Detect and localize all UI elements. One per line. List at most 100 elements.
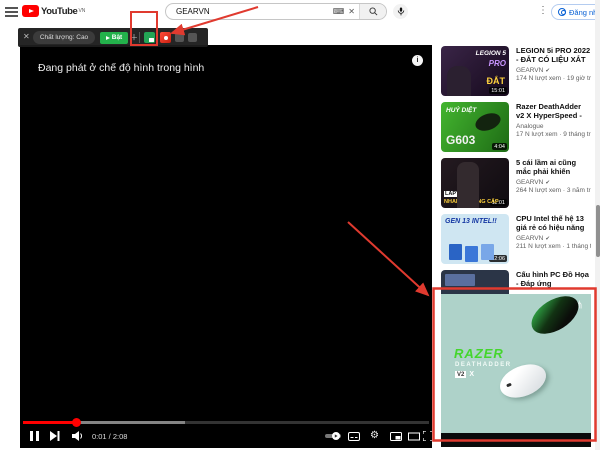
progress-bar[interactable]	[23, 418, 429, 427]
channel-row[interactable]: GEARVN ✔	[516, 235, 591, 242]
video-title[interactable]: CPU Intel thế hệ 13 giá rẻ có hiệu năng …	[516, 214, 591, 232]
channel-name: Analogue	[516, 123, 544, 130]
video-player[interactable]: Đang phát ở chế độ hình trong hình i 0:0…	[20, 45, 433, 448]
pip-extension-icon[interactable]	[144, 32, 155, 43]
verified-badge-icon: ✔	[545, 67, 550, 74]
search-button[interactable]	[359, 4, 386, 19]
duration-badge: 12:06	[489, 255, 507, 262]
video-meta: 17 N lượt xem · 9 tháng trước	[516, 131, 591, 138]
next-icon	[50, 431, 60, 441]
miniplayer-icon	[390, 431, 402, 441]
search-box[interactable]: ⌨ ✕	[165, 3, 387, 20]
extra-extension-icon-2[interactable]	[188, 33, 197, 42]
razer-version-badge: V2	[455, 371, 467, 378]
search-input[interactable]	[166, 7, 333, 16]
sidebar-video-item[interactable]: 12:06 GEN 13 INTEL!! CPU Intel thế hệ 13…	[441, 214, 591, 266]
video-title[interactable]: 5 cái lầm ai cũng mắc phải khiến laptop …	[516, 158, 591, 176]
quality-toggle-badge[interactable]: Bật	[100, 31, 128, 44]
pip-playing-message: Đang phát ở chế độ hình trong hình	[38, 62, 205, 74]
expand-icon[interactable]: ＋	[130, 32, 138, 43]
theater-icon	[408, 432, 420, 440]
thumbnail-text: ĐẮT	[486, 76, 506, 86]
sign-in-button[interactable]: Đăng nhập	[551, 4, 600, 20]
settings-button[interactable]: ⚙	[370, 429, 379, 443]
razer-model-text: DEATHADDER	[455, 362, 512, 368]
channel-row[interactable]: Analogue ✔	[516, 123, 591, 130]
pip-window[interactable]: ⋔ RAZER DEATHADDER V2 X	[441, 294, 591, 447]
video-thumbnail[interactable]: 4:04 HUỶ DIỆT G603	[441, 102, 509, 152]
gear-icon: ⚙	[370, 430, 379, 441]
channel-row[interactable]: GEARVN ✔	[516, 179, 591, 186]
youtube-logo[interactable]: YouTube VN	[22, 5, 85, 17]
video-title[interactable]: Cấu hình PC Đồ Họa - Đáp ứng	[516, 270, 591, 288]
dark-green-mouse-image	[525, 294, 585, 342]
razer-brand-text: RAZER	[454, 346, 504, 361]
progress-played	[23, 421, 76, 424]
volume-button[interactable]	[72, 429, 84, 443]
scrollbar-thumb[interactable]	[595, 205, 600, 257]
sidebar-video-item[interactable]: 4:04 HUỶ DIỆT G603 Razer DeathAdder v2 X …	[441, 102, 591, 154]
highlighted-extension-icon[interactable]	[160, 32, 171, 43]
person-icon	[558, 8, 566, 16]
verified-badge-icon: ✔	[545, 235, 550, 242]
keyboard-icon[interactable]: ⌨	[333, 7, 345, 16]
video-title[interactable]: Razer DeathAdder v2 X HyperSpeed - Rất đ…	[516, 102, 591, 120]
subtitles-button[interactable]	[348, 429, 360, 443]
page-scrollbar[interactable]	[595, 0, 600, 450]
channel-name: GEARVN	[516, 179, 544, 186]
voice-search-button[interactable]	[393, 4, 408, 19]
theater-mode-button[interactable]	[408, 429, 420, 443]
autoplay-toggle[interactable]	[325, 429, 341, 443]
sidebar-video-item[interactable]: 15:01 LEGION 5 PRO ĐẮT LEGION 5i PRO 2022 …	[441, 46, 591, 98]
hamburger-menu-icon[interactable]	[5, 7, 18, 17]
thumbnail-graphic	[457, 162, 479, 208]
duration-badge: 15:01	[489, 87, 507, 94]
separator	[139, 32, 140, 43]
fullscreen-button[interactable]	[423, 429, 433, 443]
razer-version-x: X	[469, 371, 475, 378]
youtube-play-icon	[22, 5, 39, 17]
microphone-icon	[397, 7, 404, 16]
time-display: 0:01 / 2:08	[92, 432, 128, 441]
fullscreen-icon	[423, 431, 433, 441]
more-options-icon[interactable]: ⋮	[538, 5, 548, 16]
extension-close-icon[interactable]: ✕	[23, 33, 30, 41]
thumbnail-text: LEGION 5	[475, 50, 506, 57]
extra-extension-icon-1[interactable]	[175, 33, 184, 42]
autoplay-icon	[325, 432, 341, 440]
pause-button[interactable]	[30, 429, 39, 443]
video-meta: 211 N lượt xem · 1 tháng trước	[516, 243, 591, 250]
sidebar-video-item[interactable]: 11:01 LAPTOPNHANH XUỐNG CẤP 5 cái lầm ai…	[441, 158, 591, 210]
pip-bottom-bar	[441, 433, 591, 447]
country-code: VN	[78, 8, 86, 14]
toggle-label: Bật	[111, 34, 123, 41]
thumbnail-text: G603	[446, 133, 476, 147]
miniplayer-button[interactable]	[390, 429, 402, 443]
video-meta: 174 N lượt xem · 19 giờ trước	[516, 75, 591, 82]
next-button[interactable]	[50, 429, 60, 443]
duration-badge: 4:04	[492, 143, 507, 150]
video-meta: 264 N lượt xem · 3 năm trước	[516, 187, 591, 194]
channel-row[interactable]: GEARVN ✔	[516, 67, 591, 74]
verified-badge-icon: ✔	[545, 179, 550, 186]
youtube-logo-text: YouTube	[41, 5, 78, 17]
search-icon	[368, 7, 377, 16]
video-thumbnail[interactable]: 12:06 GEN 13 INTEL!!	[441, 214, 509, 264]
subtitles-icon	[348, 431, 360, 441]
volume-icon	[72, 431, 83, 441]
info-icon[interactable]: i	[412, 55, 423, 66]
video-title[interactable]: LEGION 5i PRO 2022 - ĐẮT CÓ LIỆU XẮT RA …	[516, 46, 591, 64]
pip-video-frame[interactable]: ⋔ RAZER DEATHADDER V2 X	[441, 294, 591, 433]
thumbnail-graphic	[445, 274, 475, 286]
thumbnail-text: HUỶ DIỆT	[446, 107, 477, 114]
play-glyph-icon	[105, 35, 110, 40]
extension-overlay-bar: ✕ Chất lượng: Cao Bật ＋	[18, 28, 208, 47]
thumbnail-text: GEN 13 INTEL!!	[445, 218, 497, 225]
video-thumbnail[interactable]: 11:01 LAPTOPNHANH XUỐNG CẤP	[441, 158, 509, 208]
quality-label: Chất lượng: Cao	[33, 31, 95, 44]
top-header: YouTube VN ⌨ ✕ ⋮ Đăng nhập	[0, 0, 600, 25]
video-thumbnail[interactable]: 15:01 LEGION 5 PRO ĐẮT	[441, 46, 509, 96]
channel-name: GEARVN	[516, 67, 544, 74]
clear-search-icon[interactable]: ✕	[348, 7, 355, 16]
progress-scrubber[interactable]	[71, 418, 81, 427]
